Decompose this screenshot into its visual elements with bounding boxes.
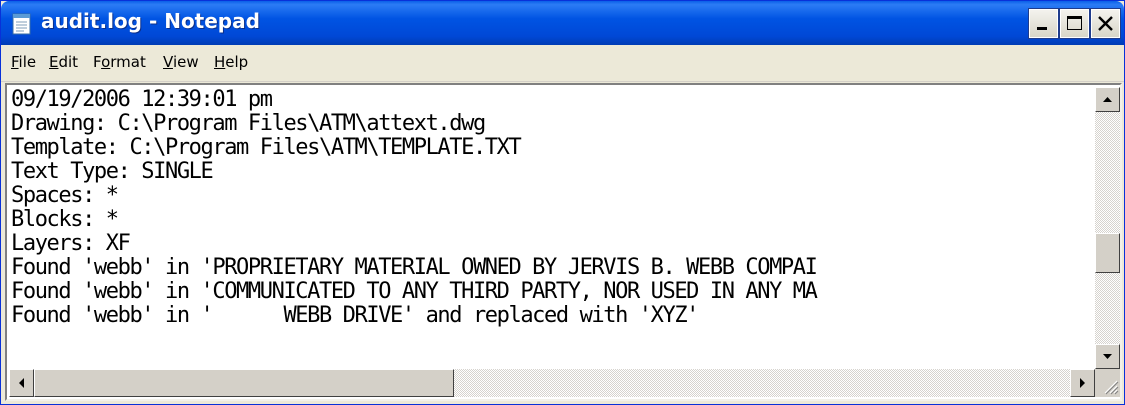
document-line: Found 'webb' in 'PROPRIETARY MATERIAL OW… xyxy=(11,255,818,280)
scroll-right-icon xyxy=(1080,378,1085,388)
vertical-scroll-thumb[interactable] xyxy=(1095,233,1120,273)
document-line: Blocks: * xyxy=(11,207,119,232)
menu-help[interactable]: Help xyxy=(214,53,248,71)
close-button[interactable] xyxy=(1090,8,1121,39)
minimize-icon xyxy=(1037,27,1047,30)
menu-bar: File Edit Format View Help xyxy=(1,45,1124,82)
menu-help-mnemonic: H xyxy=(214,53,226,71)
notepad-window: audit.log - Notepad File Edit Format Vie… xyxy=(0,0,1125,405)
minimize-button[interactable] xyxy=(1028,8,1059,39)
document-line: Template: C:\Program Files\ATM\TEMPLATE.… xyxy=(11,135,522,160)
document-line: Drawing: C:\Program Files\ATM\attext.dwg xyxy=(11,111,486,136)
horizontal-scroll-thumb[interactable] xyxy=(34,369,454,397)
menu-view-rest: iew xyxy=(172,53,199,71)
menu-edit-rest: dit xyxy=(58,53,79,71)
menu-format-rest: rmat xyxy=(110,53,146,71)
menu-format-mnemonic: o xyxy=(101,53,111,71)
size-grip[interactable] xyxy=(1095,369,1120,397)
menu-help-rest: elp xyxy=(225,53,249,71)
notepad-icon[interactable] xyxy=(11,11,33,36)
scroll-up-icon xyxy=(1103,97,1112,102)
document-line: Found 'webb' in 'COMMUNICATED TO ANY THI… xyxy=(11,279,818,304)
resize-grip-icon xyxy=(1104,380,1119,395)
document-line: Text Type: SINGLE xyxy=(11,159,214,184)
menu-edit[interactable]: Edit xyxy=(49,53,78,71)
scroll-down-button[interactable] xyxy=(1095,344,1120,369)
edit-area: 09/19/2006 12:39:01 pm Drawing: C:\Progr… xyxy=(5,83,1122,401)
menu-file-rest: ile xyxy=(18,53,37,71)
scroll-up-button[interactable] xyxy=(1095,87,1120,112)
document-line: Layers: XF xyxy=(11,231,131,256)
close-icon xyxy=(1098,16,1113,31)
maximize-icon xyxy=(1067,16,1082,30)
scroll-left-icon xyxy=(19,378,24,388)
menu-format[interactable]: Format xyxy=(93,53,146,71)
document-line: Found 'webb' in ' WEBB DRIVE' and replac… xyxy=(11,303,699,328)
menu-file[interactable]: File xyxy=(11,53,36,71)
window-title: audit.log - Notepad xyxy=(41,9,260,33)
horizontal-scrollbar[interactable] xyxy=(9,369,1095,397)
menu-view-mnemonic: V xyxy=(163,53,173,71)
document-line: 09/19/2006 12:39:01 pm xyxy=(11,87,273,112)
maximize-button[interactable] xyxy=(1059,8,1090,39)
menu-view[interactable]: View xyxy=(163,53,199,71)
vertical-scrollbar[interactable] xyxy=(1095,87,1120,369)
scroll-left-button[interactable] xyxy=(9,369,34,397)
title-bar[interactable]: audit.log - Notepad xyxy=(1,1,1124,45)
scroll-right-button[interactable] xyxy=(1070,369,1095,397)
document-line: Spaces: * xyxy=(11,183,119,208)
menu-file-mnemonic: F xyxy=(11,53,19,71)
scroll-down-icon xyxy=(1103,354,1112,359)
menu-format-pre: F xyxy=(93,53,102,71)
text-editor[interactable]: 09/19/2006 12:39:01 pm Drawing: C:\Progr… xyxy=(9,87,1095,369)
